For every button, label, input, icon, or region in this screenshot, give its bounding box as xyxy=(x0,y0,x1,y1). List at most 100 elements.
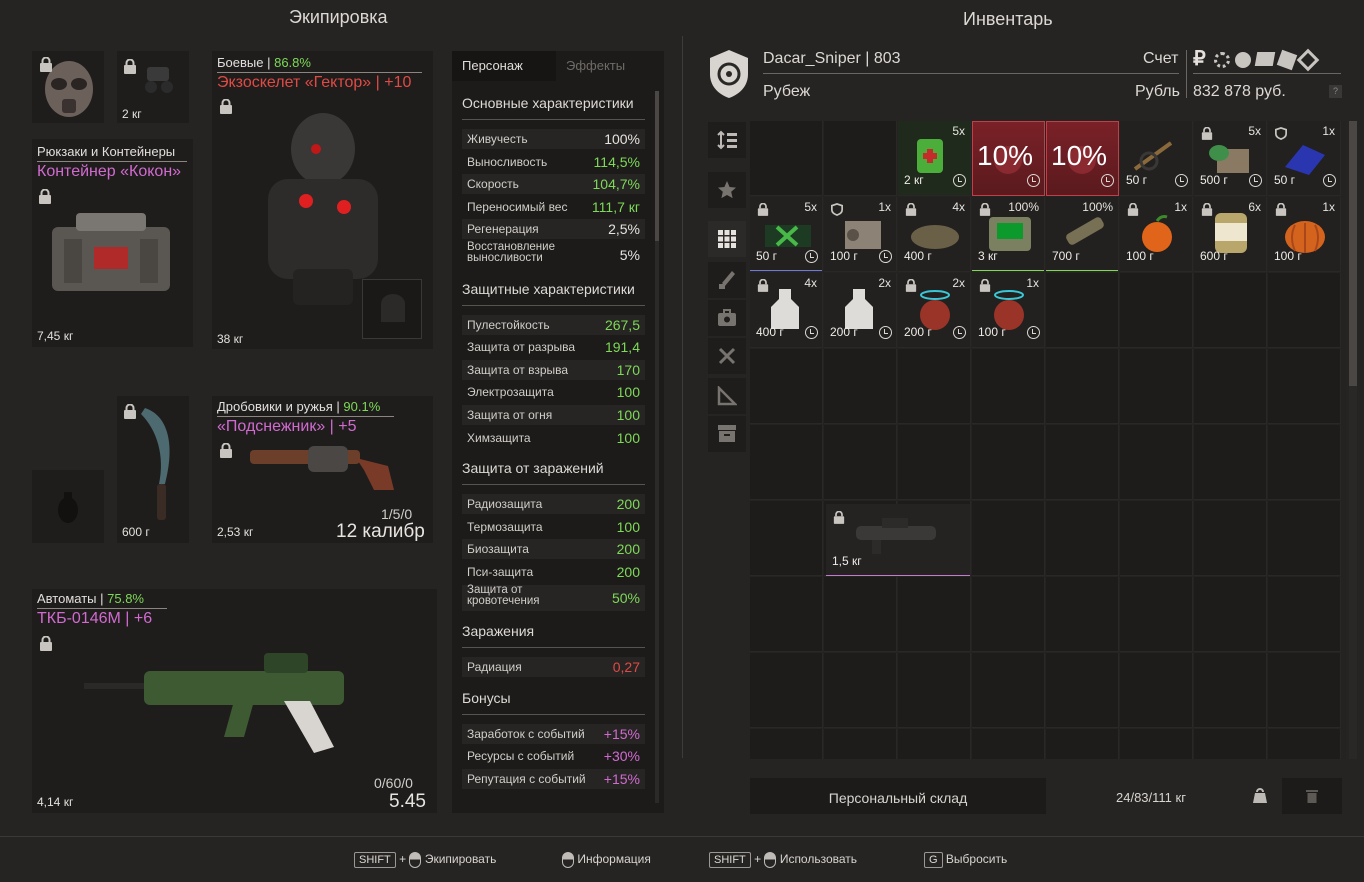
grenade-launcher-item[interactable]: 1,5 кг xyxy=(826,504,970,576)
inventory-cell[interactable] xyxy=(972,653,1045,728)
inventory-cell[interactable] xyxy=(1120,577,1193,652)
inventory-grid[interactable]: 5x 2 кг 10% 10% 50 г 5x 500 г 1x 50 г 5x 50 г 1x 100… xyxy=(750,121,1346,759)
device-slot[interactable]: 2 кг xyxy=(117,51,189,123)
coin-icon[interactable] xyxy=(1235,52,1251,68)
inventory-cell[interactable] xyxy=(972,577,1045,652)
inventory-item[interactable]: 5x 50 г xyxy=(750,197,823,272)
inventory-scrollbar-thumb[interactable] xyxy=(1349,121,1357,386)
inventory-cell[interactable] xyxy=(898,349,971,424)
tools-icon[interactable] xyxy=(1296,48,1320,72)
inventory-cell[interactable] xyxy=(1194,577,1267,652)
inventory-item[interactable]: 100% 700 г xyxy=(1046,197,1119,272)
token-icon[interactable] xyxy=(1276,49,1298,71)
filter-all[interactable] xyxy=(708,221,746,257)
inventory-cell[interactable] xyxy=(1268,349,1341,424)
inventory-cell[interactable] xyxy=(1120,273,1193,348)
inventory-cell[interactable] xyxy=(1046,349,1119,424)
shotgun-slot[interactable]: Дробовики и ружья | 90.1% «Подснежник» |… xyxy=(212,396,433,543)
inventory-cell[interactable] xyxy=(1268,653,1341,728)
inventory-cell[interactable] xyxy=(824,729,897,759)
inventory-item[interactable]: 10% xyxy=(1046,121,1119,196)
filter-other[interactable] xyxy=(708,416,746,452)
inventory-cell[interactable] xyxy=(1046,729,1119,759)
inventory-cell[interactable] xyxy=(1120,501,1193,576)
inventory-cell[interactable] xyxy=(750,577,823,652)
inventory-cell[interactable] xyxy=(824,121,897,196)
inventory-cell[interactable] xyxy=(1194,501,1267,576)
ruble-icon[interactable]: ₽ xyxy=(1193,46,1206,71)
inventory-cell[interactable] xyxy=(972,501,1045,576)
inventory-item[interactable]: 2x 200 г xyxy=(898,273,971,348)
inventory-cell[interactable] xyxy=(1268,425,1341,500)
inventory-cell[interactable] xyxy=(1194,729,1267,759)
inventory-cell[interactable] xyxy=(1046,653,1119,728)
inventory-cell[interactable] xyxy=(1046,501,1119,576)
inventory-cell[interactable] xyxy=(750,653,823,728)
backpack-slot[interactable]: Рюкзаки и Контейнеры Контейнер «Кокон» 7… xyxy=(32,139,193,347)
inventory-item[interactable]: 4x 400 г xyxy=(898,197,971,272)
inventory-cell[interactable] xyxy=(972,729,1045,759)
help-button[interactable]: ? xyxy=(1329,85,1342,98)
inventory-cell[interactable] xyxy=(1120,653,1193,728)
gear-icon[interactable] xyxy=(1214,52,1230,68)
inventory-item[interactable]: 5x 2 кг xyxy=(898,121,971,196)
melee-slot[interactable]: 600 г xyxy=(117,396,189,543)
grenade-slot[interactable] xyxy=(32,470,104,543)
tab-character[interactable]: Персонаж xyxy=(452,51,556,81)
tab-effects[interactable]: Эффекты xyxy=(556,51,660,81)
inventory-item[interactable]: 1x 100 г xyxy=(824,197,897,272)
inventory-cell[interactable] xyxy=(898,653,971,728)
inventory-item[interactable]: 6x 600 г xyxy=(1194,197,1267,272)
sort-button[interactable] xyxy=(708,122,746,158)
inventory-cell[interactable] xyxy=(1268,577,1341,652)
inventory-cell[interactable] xyxy=(824,425,897,500)
inventory-cell[interactable] xyxy=(1120,729,1193,759)
inventory-cell[interactable] xyxy=(1120,425,1193,500)
inventory-cell[interactable] xyxy=(898,425,971,500)
inventory-item[interactable]: 1x 50 г xyxy=(1268,121,1341,196)
mask-slot[interactable] xyxy=(32,51,104,123)
inventory-cell[interactable] xyxy=(898,577,971,652)
inventory-item[interactable]: 4x 400 г xyxy=(750,273,823,348)
inventory-cell[interactable] xyxy=(972,425,1045,500)
armor-module-slot[interactable] xyxy=(362,279,422,339)
rifle-slot[interactable]: Автоматы | 75.8% ТКБ-0146М | +6 0/60/0 4… xyxy=(32,589,437,813)
inventory-cell[interactable] xyxy=(1194,273,1267,348)
inventory-item[interactable]: 100% 3 кг xyxy=(972,197,1045,272)
inventory-cell[interactable] xyxy=(824,349,897,424)
inventory-cell[interactable] xyxy=(1194,349,1267,424)
inventory-item[interactable]: 10% xyxy=(972,121,1045,196)
filter-tools[interactable] xyxy=(708,338,746,374)
inventory-cell[interactable] xyxy=(1046,425,1119,500)
ticket-icon[interactable] xyxy=(1254,52,1276,66)
stats-scrollbar-thumb[interactable] xyxy=(655,91,659,241)
inventory-item[interactable]: 1x 100 г xyxy=(1120,197,1193,272)
inventory-cell[interactable] xyxy=(750,425,823,500)
delete-button[interactable] xyxy=(1282,778,1342,814)
inventory-cell[interactable] xyxy=(750,729,823,759)
inventory-cell[interactable] xyxy=(750,121,823,196)
inventory-cell[interactable] xyxy=(824,653,897,728)
inventory-item[interactable]: 50 г xyxy=(1120,121,1193,196)
inventory-cell[interactable] xyxy=(1194,425,1267,500)
inventory-cell[interactable] xyxy=(1268,273,1341,348)
filter-weapons[interactable] xyxy=(708,262,746,298)
inventory-item[interactable]: 1x 100 г xyxy=(1268,197,1341,272)
inventory-cell[interactable] xyxy=(750,501,823,576)
filter-blueprints[interactable] xyxy=(708,378,746,414)
inventory-cell[interactable] xyxy=(1046,577,1119,652)
filter-favorites[interactable] xyxy=(708,172,746,208)
inventory-cell[interactable] xyxy=(1046,273,1119,348)
filter-equipment[interactable] xyxy=(708,300,746,336)
inventory-item[interactable]: 1x 100 г xyxy=(972,273,1045,348)
inventory-cell[interactable] xyxy=(1268,729,1341,759)
inventory-cell[interactable] xyxy=(972,349,1045,424)
storage-button[interactable]: Персональный склад xyxy=(750,778,1046,814)
inventory-cell[interactable] xyxy=(824,577,897,652)
inventory-cell[interactable] xyxy=(1268,501,1341,576)
inventory-item[interactable]: 2x 200 г xyxy=(824,273,897,348)
inventory-cell[interactable] xyxy=(750,349,823,424)
inventory-item[interactable]: 5x 500 г xyxy=(1194,121,1267,196)
inventory-cell[interactable] xyxy=(1194,653,1267,728)
inventory-cell[interactable] xyxy=(898,729,971,759)
